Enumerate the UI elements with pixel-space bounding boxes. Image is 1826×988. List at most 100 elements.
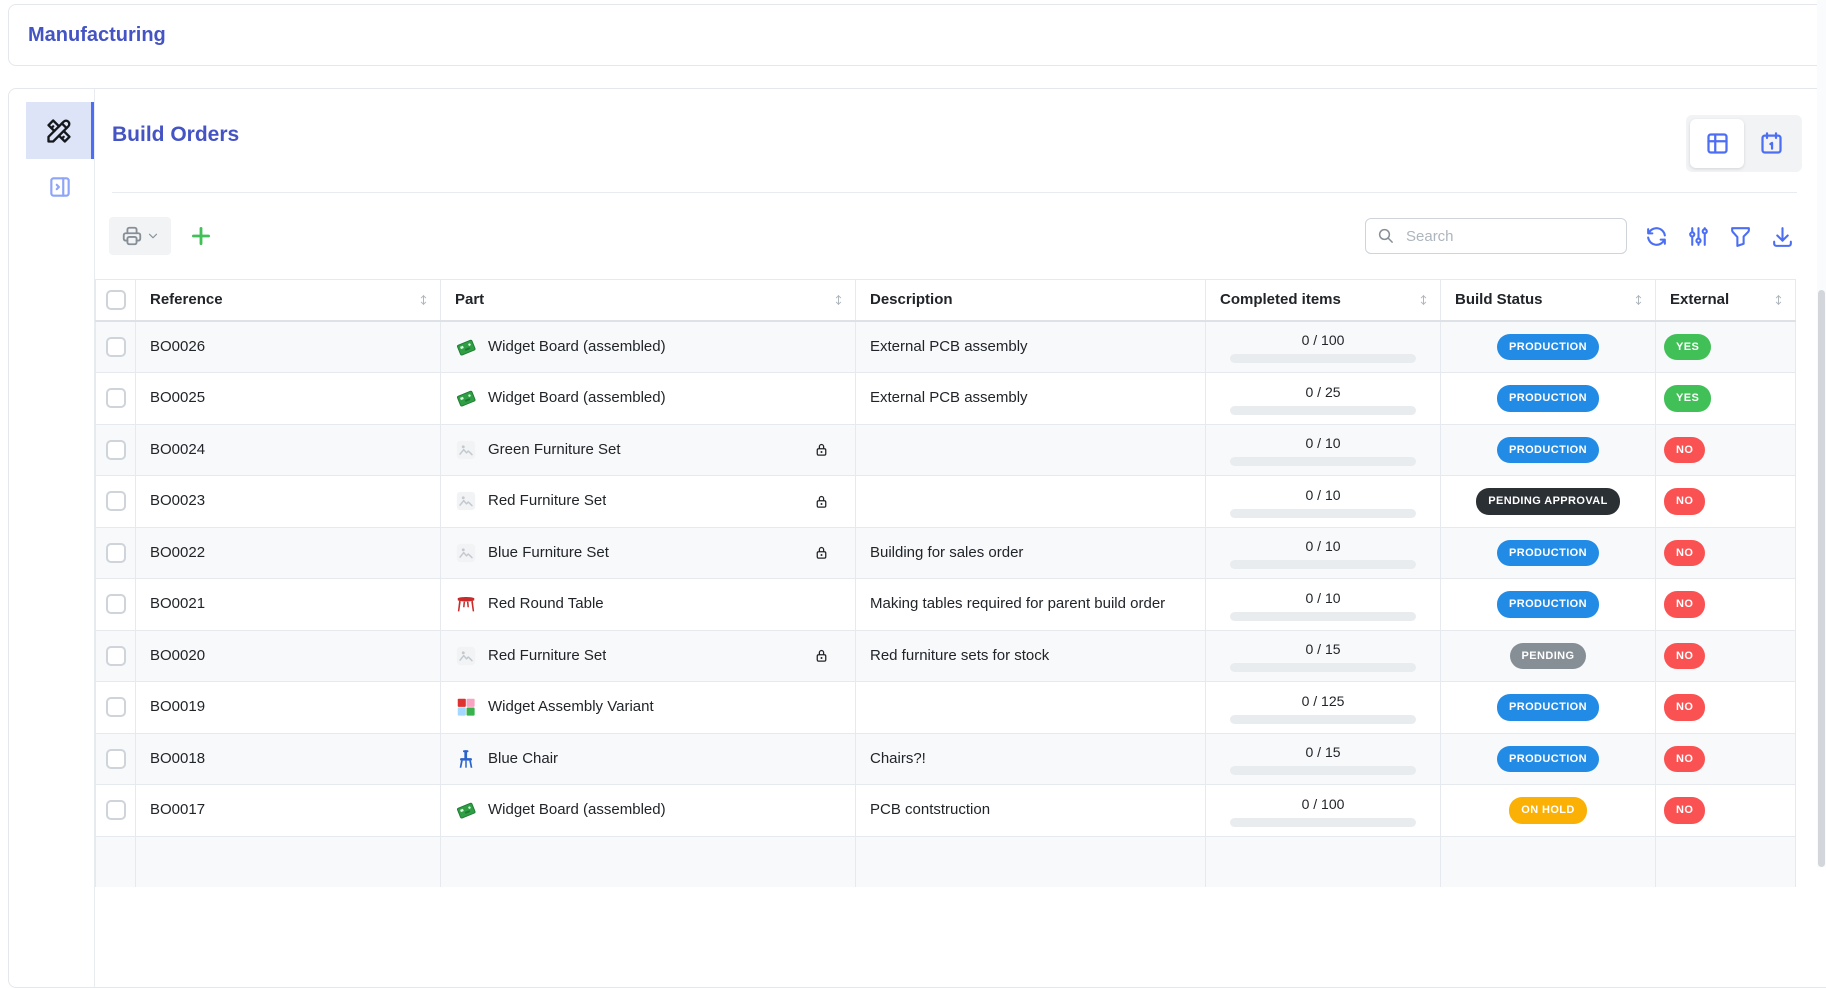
column-header[interactable]: External <box>1656 280 1796 321</box>
row-checkbox[interactable] <box>106 440 126 460</box>
part-thumbnail-icon <box>455 439 477 461</box>
row-checkbox[interactable] <box>106 594 126 614</box>
external-badge: NO <box>1664 746 1705 773</box>
part-thumbnail-icon <box>455 542 477 564</box>
external-badge: NO <box>1664 797 1705 824</box>
printer-icon <box>121 225 143 247</box>
lock-icon <box>813 544 841 561</box>
table-row[interactable]: BO0025 Widget Board (assembled) External… <box>96 373 1796 425</box>
select-all-checkbox[interactable] <box>106 290 126 310</box>
completed-count: 0 / 100 <box>1220 794 1426 814</box>
part-name[interactable]: Red Furniture Set <box>488 645 606 668</box>
add-build-order-button[interactable] <box>188 223 214 249</box>
calendar-view-button[interactable] <box>1744 119 1798 168</box>
download-button[interactable] <box>1770 224 1795 249</box>
app-header: Manufacturing <box>8 4 1826 66</box>
build-orders-panel: Build Orders <box>8 88 1826 988</box>
table-row[interactable]: BO0019 Widget Assembly Variant 0 / 125 P… <box>96 682 1796 734</box>
reference-cell: BO0022 <box>150 544 205 561</box>
row-checkbox[interactable] <box>106 543 126 563</box>
column-header-label: Build Status <box>1455 291 1543 308</box>
part-name[interactable]: Blue Furniture Set <box>488 542 609 565</box>
sidebar-item-build-orders[interactable] <box>26 102 94 159</box>
description-cell: Building for sales order <box>870 544 1023 561</box>
progress-bar <box>1230 354 1416 363</box>
refresh-button[interactable] <box>1644 224 1669 249</box>
part-name[interactable]: Widget Assembly Variant <box>488 696 654 719</box>
row-checkbox[interactable] <box>106 491 126 511</box>
column-header[interactable]: Part <box>441 280 856 321</box>
external-badge: NO <box>1664 540 1705 567</box>
description-cell: PCB contstruction <box>870 801 990 818</box>
column-header[interactable]: Completed items <box>1206 280 1441 321</box>
completed-count: 0 / 10 <box>1220 485 1426 505</box>
scrollbar-thumb[interactable] <box>1818 290 1825 867</box>
panel-content: Build Orders <box>95 89 1826 987</box>
part-thumbnail-icon <box>455 748 477 770</box>
table-view-button[interactable] <box>1690 119 1744 168</box>
part-name[interactable]: Green Furniture Set <box>488 439 621 462</box>
part-name[interactable]: Widget Board (assembled) <box>488 336 666 359</box>
description-cell: Chairs?! <box>870 750 926 767</box>
part-thumbnail-icon <box>455 645 477 667</box>
reference-cell: BO0023 <box>150 492 205 509</box>
table-row[interactable]: BO0018 Blue Chair Chairs?! 0 / 15 PRODUC… <box>96 733 1796 785</box>
row-checkbox[interactable] <box>106 646 126 666</box>
app-title: Manufacturing <box>28 24 166 47</box>
part-name[interactable]: Widget Board (assembled) <box>488 387 666 410</box>
part-name[interactable]: Widget Board (assembled) <box>488 799 666 822</box>
table-row[interactable]: BO0026 Widget Board (assembled) External… <box>96 321 1796 373</box>
sidebar-expand-button[interactable] <box>26 165 94 209</box>
build-status-badge: PENDING <box>1510 643 1587 670</box>
row-checkbox[interactable] <box>106 749 126 769</box>
description-cell: Making tables required for parent build … <box>870 595 1165 612</box>
row-checkbox[interactable] <box>106 388 126 408</box>
column-header[interactable]: Build Status <box>1441 280 1656 321</box>
sort-icon <box>1772 293 1785 306</box>
build-status-badge: PRODUCTION <box>1497 437 1599 464</box>
row-checkbox[interactable] <box>106 800 126 820</box>
chevron-down-icon <box>146 229 160 243</box>
column-header[interactable]: Reference <box>136 280 441 321</box>
table-row[interactable]: BO0020 Red Furniture Set Red furniture s… <box>96 630 1796 682</box>
part-name[interactable]: Blue Chair <box>488 748 558 771</box>
reference-cell: BO0025 <box>150 389 205 406</box>
part-thumbnail-icon <box>455 696 477 718</box>
search-icon <box>1377 227 1395 245</box>
completed-count: 0 / 100 <box>1220 330 1426 350</box>
row-checkbox[interactable] <box>106 337 126 357</box>
filter-icon <box>1728 224 1753 249</box>
reference-cell: BO0017 <box>150 801 205 818</box>
part-name[interactable]: Red Furniture Set <box>488 490 606 513</box>
download-icon <box>1770 224 1795 249</box>
description-cell: Red furniture sets for stock <box>870 647 1049 664</box>
part-thumbnail-icon <box>455 799 477 821</box>
tools-icon <box>45 117 73 145</box>
search-input[interactable] <box>1404 227 1615 246</box>
external-badge: YES <box>1664 334 1711 361</box>
table-body: BO0026 Widget Board (assembled) External… <box>96 321 1796 888</box>
table-row[interactable]: BO0022 Blue Furniture Set Building for s… <box>96 527 1796 579</box>
table-row[interactable]: BO0017 Widget Board (assembled) PCB cont… <box>96 785 1796 837</box>
reference-cell: BO0020 <box>150 647 205 664</box>
plus-icon <box>188 223 214 249</box>
part-name[interactable]: Red Round Table <box>488 593 604 616</box>
row-checkbox[interactable] <box>106 697 126 717</box>
column-header[interactable]: Description <box>856 280 1206 321</box>
filter-button[interactable] <box>1728 224 1753 249</box>
view-toggle <box>1686 115 1802 172</box>
scrollbar[interactable] <box>1817 0 1826 867</box>
column-header-label: Completed items <box>1220 291 1341 308</box>
column-header-label: Reference <box>150 291 223 308</box>
table-row[interactable]: BO0021 Red Round Table Making tables req… <box>96 579 1796 631</box>
select-all-header <box>96 280 136 321</box>
completed-count: 0 / 25 <box>1220 382 1426 402</box>
table-options-button[interactable] <box>1686 224 1711 249</box>
table-row[interactable]: BO0024 Green Furniture Set 0 / 10 PRODUC… <box>96 424 1796 476</box>
table-row[interactable]: BO0023 Red Furniture Set 0 / 10 PENDING … <box>96 476 1796 528</box>
print-actions-button[interactable] <box>109 217 171 255</box>
reference-cell: BO0018 <box>150 750 205 767</box>
build-status-badge: PENDING APPROVAL <box>1476 488 1619 515</box>
progress-bar <box>1230 560 1416 569</box>
build-status-badge: PRODUCTION <box>1497 540 1599 567</box>
